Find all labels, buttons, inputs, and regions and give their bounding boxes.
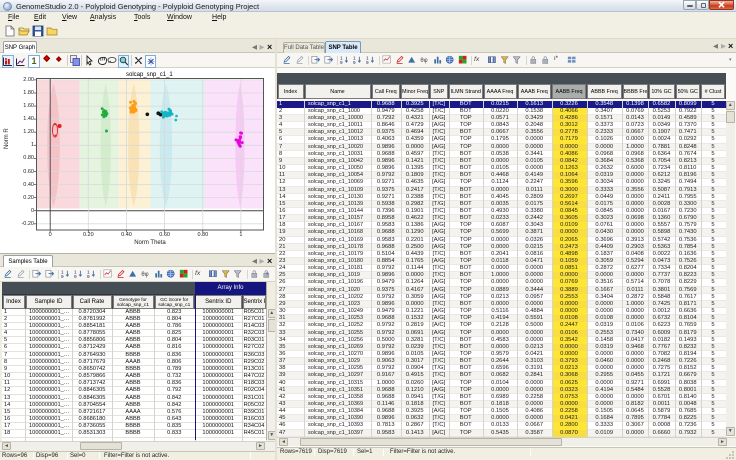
svg-text:9: 9 <box>61 274 64 278</box>
svg-text:9: 9 <box>87 274 90 278</box>
svg-text:θφ: θφ <box>141 272 148 278</box>
svg-text:9: 9 <box>366 60 369 64</box>
svg-text:θφ: θφ <box>420 58 427 64</box>
svg-text:9: 9 <box>353 60 356 64</box>
svg-text:9: 9 <box>74 274 77 278</box>
svg-text:9: 9 <box>340 60 343 64</box>
